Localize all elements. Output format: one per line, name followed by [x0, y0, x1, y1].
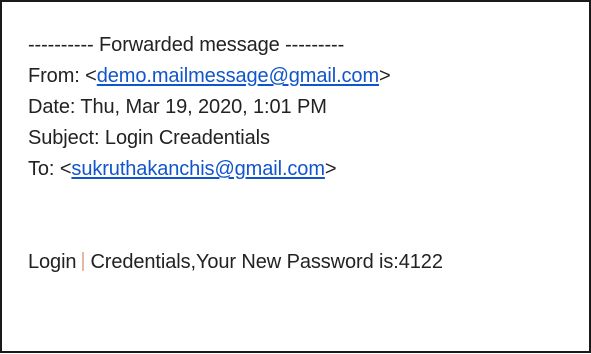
- text-cursor-mark: [82, 252, 85, 271]
- password-message-text: Credentials,Your New Password is:4122: [90, 251, 443, 273]
- from-label: From: <: [28, 65, 97, 87]
- email-screenshot-frame: ---------- Forwarded message --------- F…: [0, 0, 591, 353]
- forwarded-message-header: ---------- Forwarded message ---------: [28, 34, 345, 56]
- date-line: Date: Thu, Mar 19, 2020, 1:01 PM: [28, 96, 327, 118]
- email-body: ---------- Forwarded message --------- F…: [28, 30, 443, 278]
- from-close-bracket: >: [379, 65, 391, 87]
- to-label: To: <: [28, 158, 72, 180]
- password-message: Login Credentials,Your New Password is:41…: [28, 247, 443, 278]
- blank-space: [28, 185, 443, 247]
- from-email-link[interactable]: demo.mailmessage@gmail.com: [97, 65, 379, 87]
- password-message-word-login: Login: [28, 251, 77, 273]
- to-line: To: <sukruthakanchis@gmail.com>: [28, 154, 443, 185]
- from-line: From: <demo.mailmessage@gmail.com>: [28, 61, 443, 92]
- to-close-bracket: >: [324, 158, 337, 180]
- to-email-link[interactable]: sukruthakanchis@gmail.com: [71, 158, 325, 180]
- subject-line: Subject: Login Creadentials: [28, 127, 270, 149]
